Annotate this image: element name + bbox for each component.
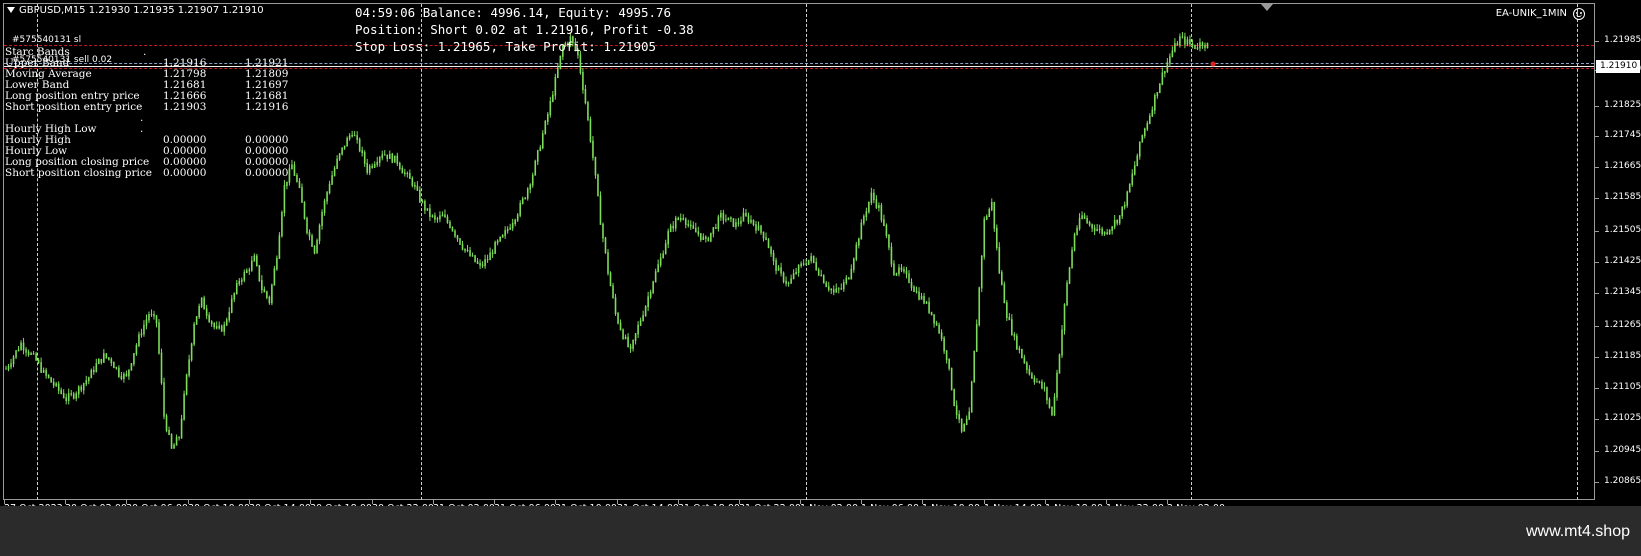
price-tick-label: 1.20865 (1604, 476, 1641, 486)
ea-comment: 04:59:06 Balance: 4996.14, Equity: 4995.… (355, 5, 694, 54)
price-tick-label: 1.21745 (1604, 130, 1641, 140)
candlestick-series (5, 31, 1216, 449)
price-tick-label: 1.21105 (1604, 382, 1641, 392)
price-tick-label: 1.21345 (1604, 287, 1641, 297)
price-tick-label: 1.21425 (1604, 256, 1641, 266)
price-tick-label: 1.20945 (1604, 445, 1641, 455)
chart-window[interactable]: GBPUSD,M15 1.21930 1.21935 1.21907 1.219… (0, 0, 1641, 514)
chevron-down-icon[interactable] (7, 7, 15, 13)
expert-advisor-name[interactable]: EA-UNIK_1MIN (1496, 8, 1567, 19)
price-tick-label: 1.21985 (1604, 35, 1641, 45)
price-tick-label: 1.21185 (1604, 351, 1641, 361)
current-price-label: 1.21910 (1596, 60, 1640, 73)
price-tick-label: 1.21585 (1604, 192, 1641, 202)
smiley-icon[interactable] (1573, 8, 1585, 20)
price-tick-label: 1.21505 (1604, 225, 1641, 235)
price-tick-label: 1.21025 (1604, 413, 1641, 423)
price-tick-label: 1.21665 (1604, 161, 1641, 171)
trade-marker (1210, 61, 1216, 67)
footer-bar: www.mt4.shop (0, 506, 1641, 556)
price-tick-label: 1.21265 (1604, 320, 1641, 330)
symbol-header: GBPUSD,M15 1.21930 1.21935 1.21907 1.219… (7, 5, 264, 16)
price-tick-label: 1.21825 (1604, 100, 1641, 110)
price-axis[interactable]: 1.21985 1.21910 1.21825 1.21745 1.21665 1.215… (1595, 4, 1641, 500)
order-sl-label: #575540131 sl (12, 35, 82, 45)
site-watermark: www.mt4.shop (1525, 523, 1630, 540)
chart-shift-marker[interactable] (1261, 4, 1273, 11)
